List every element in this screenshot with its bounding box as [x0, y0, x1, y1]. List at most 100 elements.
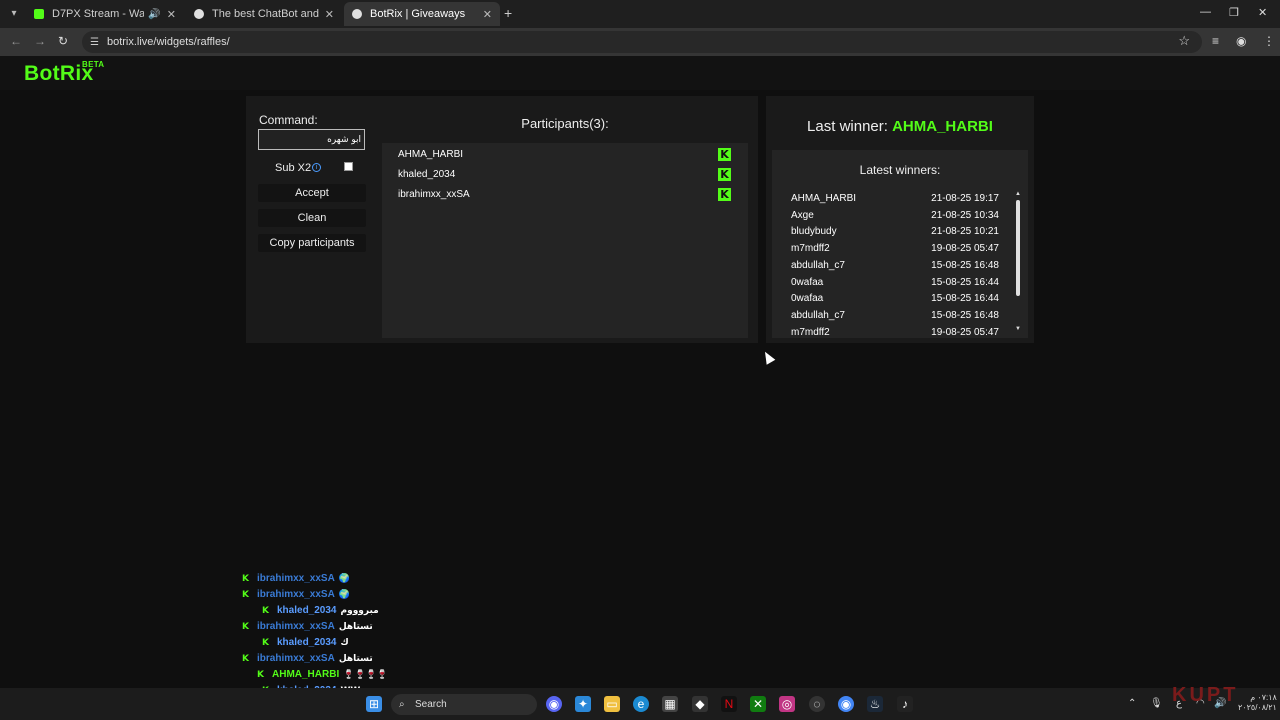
winners-scrollbar[interactable]	[1016, 200, 1020, 296]
tab-chatbot-widgets[interactable]: The best ChatBot and Widgets ✕	[186, 2, 342, 26]
sub-x2-checkbox[interactable]	[344, 162, 353, 171]
winner-date: 21-08-25 10:21	[931, 226, 999, 238]
winner-row: bludybudy 21-08-25 10:21	[791, 226, 999, 237]
sub-x2-label: Sub X2	[275, 162, 312, 174]
last-winner-name: AHMA_HARBI	[892, 118, 993, 135]
winner-name: m7mdff2	[791, 326, 830, 336]
tab-strip: ▾ D7PX Stream - Watch Live o 🔊 ✕ The bes…	[0, 0, 1280, 28]
chat-text: تستاهل	[338, 621, 373, 632]
botrix-favicon-icon	[194, 9, 204, 19]
tab-botrix-giveaways[interactable]: BotRix | Giveaways ✕	[344, 2, 500, 26]
participant-item: AHMA_HARBI	[398, 149, 464, 160]
winner-row: abdullah_c7 15-08-25 16:48	[791, 260, 999, 271]
chat-message: K AHMA_HARBI 🍷🍷🍷🍷	[257, 669, 388, 680]
site-info-icon[interactable]: ☰	[90, 37, 99, 48]
info-icon[interactable]: i	[312, 163, 321, 172]
winner-row: abdullah_c7 15-08-25 16:48	[791, 310, 999, 321]
restore-icon[interactable]: ❐	[1229, 6, 1239, 19]
close-tab-icon[interactable]: ✕	[325, 8, 334, 21]
mic-icon[interactable]: 🎙	[1150, 698, 1163, 709]
accept-button[interactable]: Accept	[258, 184, 366, 202]
last-winner-heading: Last winner: AHMA_HARBI	[807, 118, 993, 135]
taskbar-search[interactable]: ⌕ Search	[391, 694, 537, 715]
forward-icon[interactable]: →	[34, 34, 46, 48]
participant-item: khaled_2034	[398, 169, 456, 180]
clock[interactable]: ٠٧:١٨ م ٢٠٢٥/٠٨/٢١	[1238, 693, 1277, 713]
steam-icon[interactable]: ♨	[867, 696, 883, 712]
chat-username: ibrahimxx_xxSA	[257, 573, 335, 584]
beta-badge: BETA	[82, 60, 105, 69]
clean-button[interactable]: Clean	[258, 209, 366, 227]
winner-name: AHMA_HARBI	[791, 193, 857, 204]
new-tab-button[interactable]: +	[504, 5, 512, 21]
winner-date: 21-08-25 10:34	[931, 209, 999, 221]
chat-text: 🍷🍷🍷🍷	[343, 669, 389, 680]
chat-message: Kibrahimxx_xxSA 🌍	[242, 589, 350, 600]
winner-name: abdullah_c7	[791, 259, 845, 271]
chat-message: Kibrahimxx_xxSA تستاهل	[242, 621, 373, 632]
media-icon[interactable]: ≡	[1212, 34, 1219, 48]
winner-row: 0wafaa 15-08-25 16:44	[791, 293, 999, 304]
winner-date: 15-08-25 16:48	[931, 309, 999, 321]
winner-row: Axge 21-08-25 10:34	[791, 210, 999, 221]
winner-row: m7mdff2 19-08-25 05:47	[791, 327, 999, 336]
close-tab-icon[interactable]: ✕	[483, 8, 492, 21]
chat-text: 🌍	[338, 573, 351, 584]
chat-message: Kkhaled_2034 مبروووم	[262, 605, 379, 616]
chat-message: Kkhaled_2034 ك	[262, 637, 349, 648]
winner-name: 0wafaa	[791, 276, 824, 288]
scroll-up-icon[interactable]: ▲	[1015, 191, 1021, 197]
participants-title: Participants(3):	[521, 116, 609, 131]
address-bar: ← → ↻ ☰ botrix.live/widgets/raffles/ ☆ ≡…	[0, 28, 1280, 56]
copilot-icon[interactable]: ✦	[575, 696, 591, 712]
chat-text: تستاهل	[338, 653, 373, 664]
netflix-icon[interactable]: N	[721, 696, 737, 712]
copy-participants-button[interactable]: Copy participants	[258, 234, 366, 252]
kick-favicon-icon	[34, 9, 44, 19]
app-icon[interactable]: ◌	[809, 696, 825, 712]
winner-date: 15-08-25 16:44	[931, 276, 999, 288]
speaker-icon[interactable]: 🔊	[148, 9, 160, 20]
participant-item: ibrahimxx_xxSA	[398, 189, 470, 200]
chat-text: مبروووم	[340, 605, 379, 616]
bookmark-star-icon[interactable]: ☆	[1178, 33, 1190, 49]
discord-icon[interactable]: ◉	[546, 696, 562, 712]
winner-name: Axge	[791, 209, 814, 221]
tab-d7px-stream[interactable]: D7PX Stream - Watch Live o 🔊 ✕	[26, 2, 184, 26]
tray-chevron-icon[interactable]: ⌃	[1128, 698, 1136, 709]
botrix-logo[interactable]: BotRix BETA	[24, 60, 104, 86]
search-icon: ⌕	[399, 699, 405, 710]
latest-winners-title: Latest winners:	[859, 163, 941, 177]
winner-row: 0wafaa 15-08-25 16:44	[791, 277, 999, 288]
back-icon[interactable]: ←	[10, 34, 22, 48]
edge-icon[interactable]: e	[633, 696, 649, 712]
close-tab-icon[interactable]: ✕	[167, 8, 176, 21]
kick-icon: K	[718, 168, 731, 181]
winner-date: 19-08-25 05:47	[931, 326, 999, 336]
tab-search-icon[interactable]: ▾	[6, 6, 22, 22]
close-window-icon[interactable]: ✕	[1258, 6, 1267, 19]
chrome-icon[interactable]: ◉	[838, 696, 854, 712]
app-icon[interactable]: ♪	[897, 696, 913, 712]
kick-badge-icon: K	[262, 606, 269, 616]
command-input[interactable]	[258, 129, 365, 150]
chat-username: AHMA_HARBI	[272, 669, 340, 680]
profile-icon[interactable]: ◉	[1236, 34, 1246, 48]
xbox-icon[interactable]: ✕	[750, 696, 766, 712]
kick-badge-icon: K	[242, 574, 249, 584]
instagram-icon[interactable]: ◎	[779, 696, 795, 712]
winner-name: m7mdff2	[791, 243, 830, 255]
windows-start-icon[interactable]: ⊞	[366, 696, 382, 712]
scroll-down-icon[interactable]: ▼	[1015, 326, 1021, 332]
url-field[interactable]: ☰ botrix.live/widgets/raffles/ ☆	[82, 31, 1202, 53]
reload-icon[interactable]: ↻	[58, 34, 68, 48]
menu-icon[interactable]: ⋮	[1263, 34, 1275, 48]
file-explorer-icon[interactable]: ▭	[604, 696, 620, 712]
chat-username: khaled_2034	[277, 637, 337, 648]
app-icon[interactable]: ◆	[692, 696, 708, 712]
store-icon[interactable]: ▦	[662, 696, 678, 712]
chat-username: khaled_2034	[277, 605, 337, 616]
chat-text: 🌍	[338, 589, 351, 600]
minimize-icon[interactable]: —	[1200, 6, 1211, 18]
kick-badge-icon: K	[242, 590, 249, 600]
